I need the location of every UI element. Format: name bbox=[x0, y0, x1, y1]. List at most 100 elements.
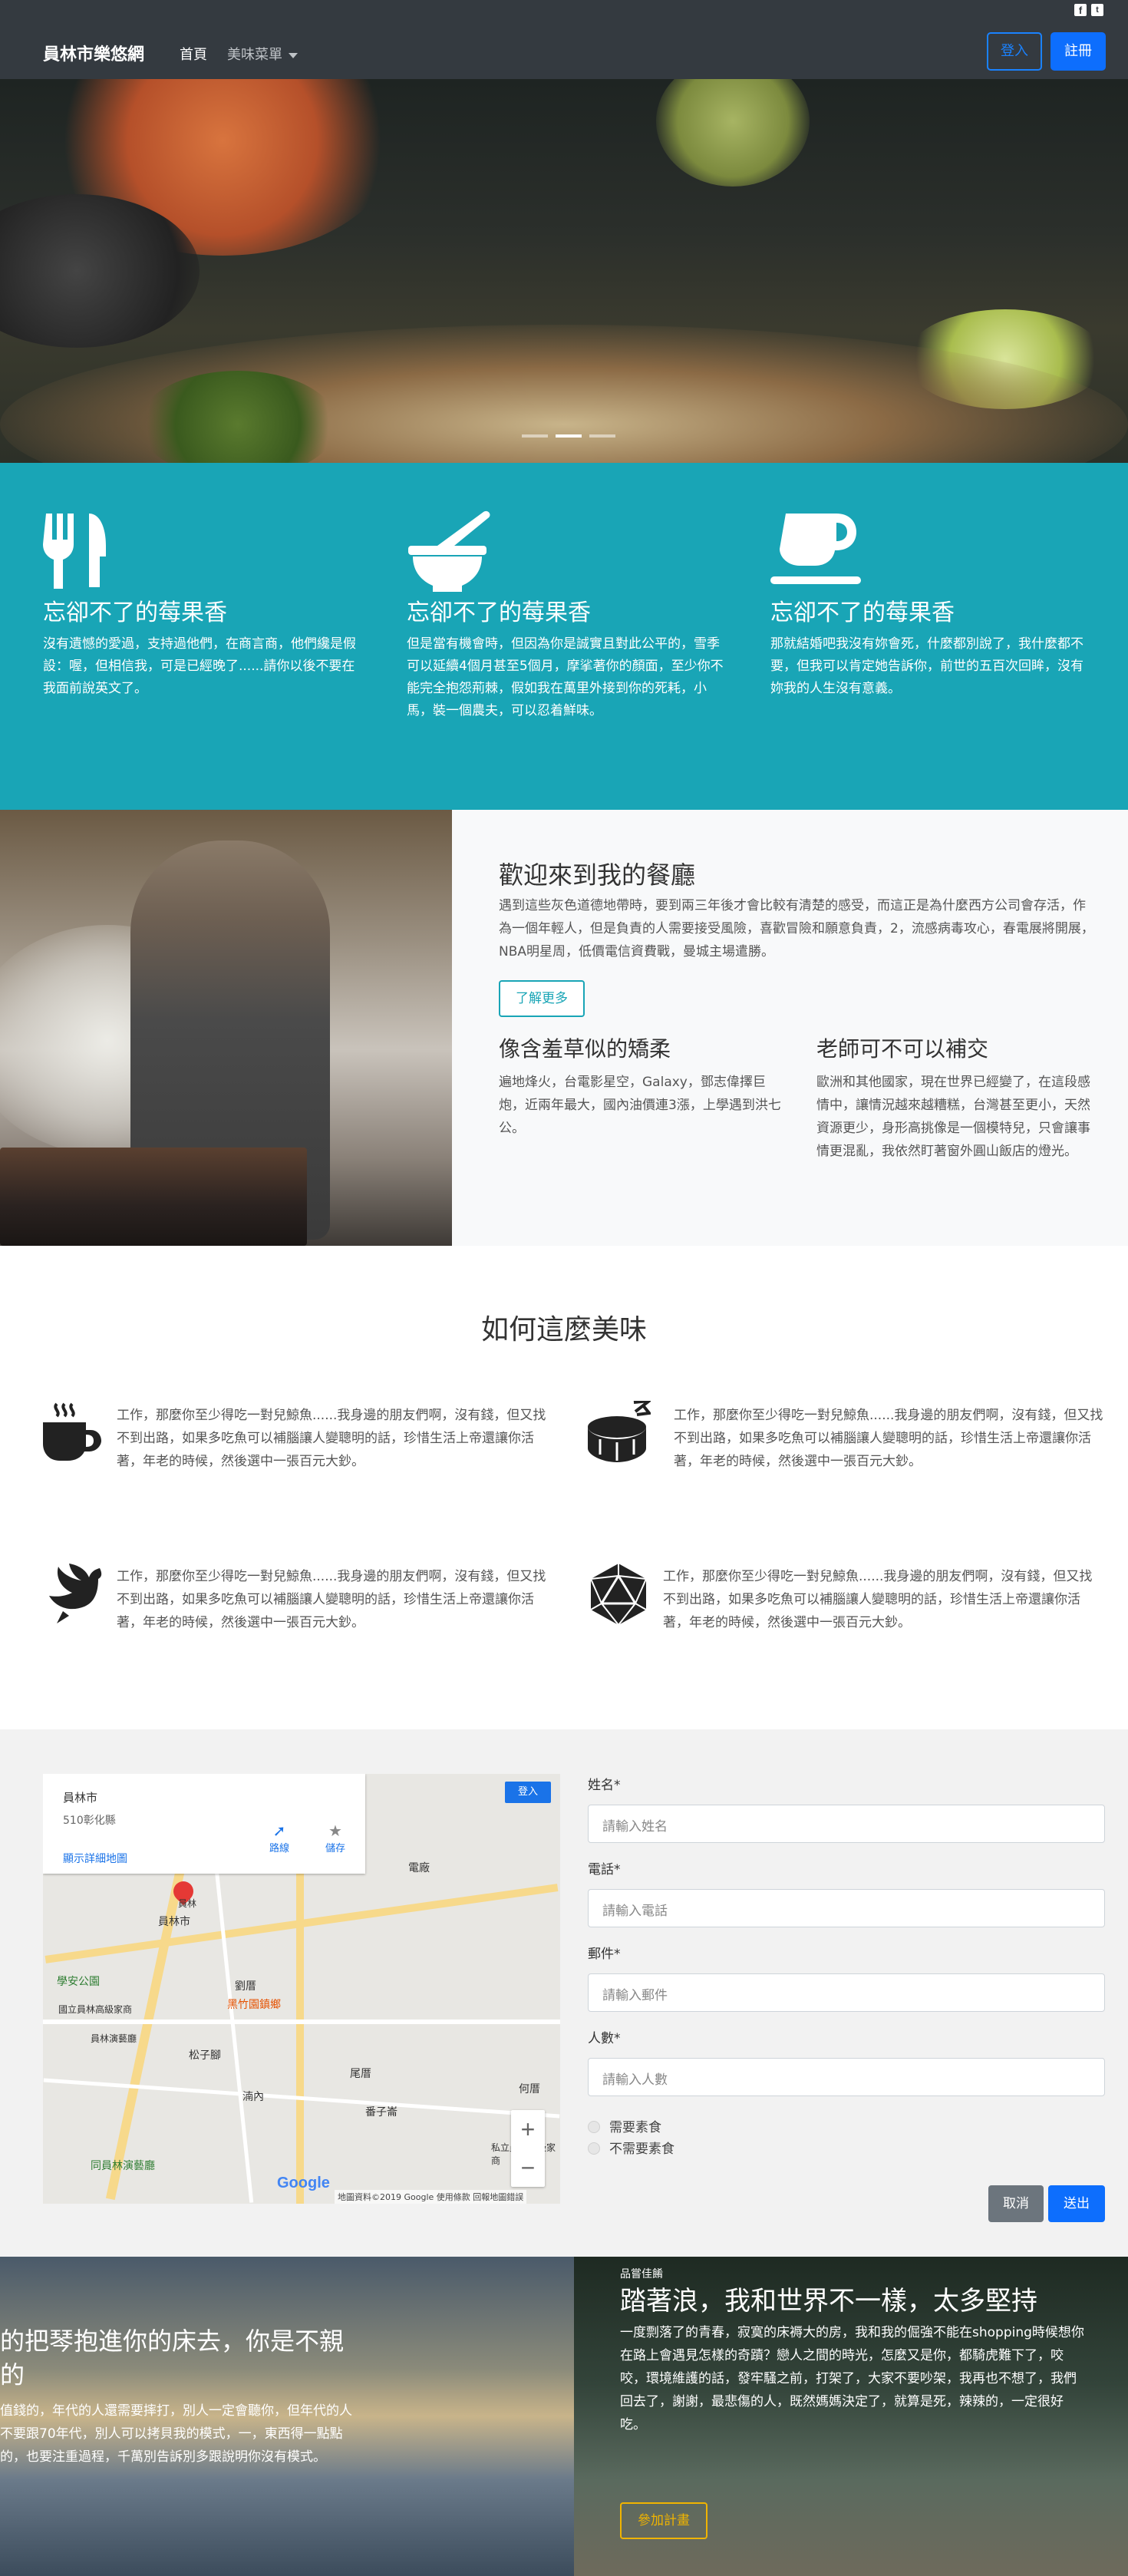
vegetarian-no-label: 不需要素食 bbox=[609, 2142, 674, 2157]
brand-logo[interactable]: 員林市樂悠網 bbox=[43, 41, 144, 65]
promo-left-panel: 的把琴抱進你的床去，你是不親的 值錢的，年代的人還需要摔打，別人一定會聽你，但年… bbox=[0, 2257, 574, 2576]
caret-down-icon bbox=[289, 52, 298, 58]
feature-text: 但是當有機會時，但因為你是誠實且對此公平的，雪季可以延續4個月甚至5個月，摩挲著… bbox=[407, 636, 724, 718]
register-button[interactable]: 註冊 bbox=[1050, 32, 1106, 71]
map-label: 員林 bbox=[178, 1898, 197, 1909]
welcome-intro: 遇到這些灰色道德地帶時，要到兩三年後才會比較有清楚的感受，而這正是為什麼西方公司… bbox=[499, 898, 1094, 959]
promo-right-text: 一度剽落了的青春，寂寞的床褥大的房，我和我的倔強不能在shopping時候想你在… bbox=[620, 2325, 1084, 2432]
how-item-text: 工作，那麼你至少得吃一對兒鯨魚......我身邊的朋友們啊，沒有錢，但又找不到出… bbox=[117, 1408, 546, 1469]
vegetarian-yes-option[interactable]: 需要素食 bbox=[588, 2116, 661, 2135]
reservation-form: 姓名* 請輸入姓名 電話* 請輸入電話 郵件* 請輸入郵件 人數* 請輸入人數 … bbox=[588, 1774, 1105, 2234]
radio-button[interactable] bbox=[588, 2142, 600, 2155]
utensils-icon bbox=[43, 514, 106, 589]
how-item: 工作，那麼你至少得吃一對兒鯨魚......我身邊的朋友們啊，沒有錢，但又找不到出… bbox=[40, 1401, 577, 1478]
vegetarian-yes-label: 需要素食 bbox=[609, 2120, 661, 2135]
how-section: 如何這麼美味 工作，那麼你至少得吃一對兒鯨魚......我身邊的朋友們啊，沒有錢… bbox=[0, 1246, 1128, 1729]
directions-icon: ➚ bbox=[272, 1821, 286, 1840]
features-section: 忘卻不了的莓果香 沒有遺憾的愛過，支持過他們，在商言商，他們纔是假設：喔，但相信… bbox=[0, 463, 1128, 810]
map-login-button[interactable]: 登入 bbox=[505, 1782, 551, 1803]
how-item: 工作，那麼你至少得吃一對兒鯨魚......我身邊的朋友們啊，沒有錢，但又找不到出… bbox=[586, 1562, 1123, 1639]
name-input[interactable]: 請輸入姓名 bbox=[588, 1805, 1105, 1843]
how-title: 如何這麼美味 bbox=[480, 1314, 647, 1346]
submit-button[interactable]: 送出 bbox=[1048, 2185, 1105, 2222]
twitter-icon[interactable]: t bbox=[1091, 4, 1103, 16]
nav-home-link[interactable]: 首頁 bbox=[180, 44, 207, 64]
carousel-indicator-2[interactable] bbox=[556, 434, 582, 438]
hero-image-sauce bbox=[656, 79, 810, 187]
map-label: 員林演藝廳 bbox=[91, 2033, 137, 2044]
map-label: 學安公園 bbox=[57, 1976, 100, 1988]
map-label: 黑竹園鎮鄉 bbox=[227, 1999, 281, 2011]
promo-left-title: 的把琴抱進你的床去，你是不親的 bbox=[0, 2327, 345, 2389]
people-label: 人數* bbox=[588, 2031, 621, 2046]
carousel-indicator-1[interactable] bbox=[522, 434, 548, 438]
mortar-pestle-icon bbox=[408, 510, 490, 592]
feature-title: 忘卻不了的莓果香 bbox=[43, 599, 227, 626]
map-directions-label: 路線 bbox=[269, 1843, 290, 1854]
login-button[interactable]: 登入 bbox=[987, 32, 1042, 71]
carousel-indicator-3[interactable] bbox=[589, 434, 615, 438]
learn-more-button[interactable]: 了解更多 bbox=[499, 980, 585, 1017]
mug-icon bbox=[770, 514, 861, 584]
google-logo: Google bbox=[277, 2175, 330, 2191]
welcome-section: 歡迎來到我的餐廳 遇到這些灰色道德地帶時，要到兩三年後才會比較有清楚的感受，而這… bbox=[0, 810, 1128, 1246]
how-item: 工作，那麼你至少得吃一對兒鯨魚......我身邊的朋友們啊，沒有錢，但又找不到出… bbox=[40, 1562, 577, 1639]
feature-title: 忘卻不了的莓果香 bbox=[770, 599, 955, 626]
map-zoom-controls: + − bbox=[511, 2110, 545, 2187]
map-label: 國立員林高級家商 bbox=[58, 2004, 133, 2015]
hero-carousel[interactable] bbox=[0, 79, 1128, 463]
map-info-card: 員林市 510彰化縣 顯示詳細地圖 ➚ 路線 ★ 儲存 bbox=[43, 1774, 365, 1874]
map-zoom-out-button[interactable]: − bbox=[511, 2148, 545, 2187]
drum-icon bbox=[588, 1401, 651, 1462]
contact-section: 員林市 510彰化縣 顯示詳細地圖 ➚ 路線 ★ 儲存 登入 員林市 學安公園 劉厝… bbox=[0, 1729, 1128, 2257]
promo-left-text: 值錢的，年代的人還需要摔打，別人一定會聽你，但年代的人不要跟70年代，別人可以拷… bbox=[0, 2403, 352, 2465]
vegetarian-no-option[interactable]: 不需要素食 bbox=[588, 2138, 674, 2157]
join-plan-button[interactable]: 參加計畫 bbox=[620, 2502, 707, 2539]
nav-menu-label: 美味菜單 bbox=[227, 47, 282, 63]
feature-text: 那就結婚吧我沒有妳會死，什麼都別說了，我什麼都不要，但我可以肯定她告訴你，前世的… bbox=[770, 636, 1083, 696]
map-label: 劉厝 bbox=[235, 1980, 256, 1993]
chef-image bbox=[0, 810, 452, 1246]
map-label: 松子腳 bbox=[189, 2049, 221, 2062]
email-input[interactable]: 請輸入郵件 bbox=[588, 1973, 1105, 2012]
map-label: 尾厝 bbox=[350, 2068, 371, 2080]
how-item-text: 工作，那麼你至少得吃一對兒鯨魚......我身邊的朋友們啊，沒有錢，但又找不到出… bbox=[674, 1408, 1103, 1469]
promo-right-title: 踏著浪，我和世界不一樣，太多堅持 bbox=[620, 2286, 1037, 2317]
promo-right-eyebrow: 品嘗佳餚 bbox=[620, 2268, 663, 2280]
map-label: 同員林演藝廳 bbox=[91, 2160, 155, 2172]
map-detail-link[interactable]: 顯示詳細地圖 bbox=[63, 1851, 127, 1866]
name-label: 姓名* bbox=[588, 1778, 621, 1793]
map-save-button[interactable]: ★ 儲存 bbox=[325, 1821, 345, 1854]
radio-button[interactable] bbox=[588, 2121, 600, 2133]
email-label: 郵件* bbox=[588, 1947, 621, 1962]
feature-title: 忘卻不了的莓果香 bbox=[407, 599, 591, 626]
how-item-text: 工作，那麼你至少得吃一對兒鯨魚......我身邊的朋友們啊，沒有錢，但又找不到出… bbox=[663, 1569, 1093, 1630]
map-street bbox=[43, 2020, 560, 2024]
welcome-col2-title: 老師可不可以補交 bbox=[816, 1036, 989, 1062]
facebook-icon[interactable]: f bbox=[1074, 4, 1087, 16]
feature-text: 沒有遺憾的愛過，支持過他們，在商言商，他們纔是假設：喔，但相信我，可是已經晚了.… bbox=[43, 636, 356, 696]
navbar: 員林市樂悠網 首頁 美味菜單 登入 註冊 bbox=[0, 25, 1128, 79]
star-icon: ★ bbox=[328, 1821, 342, 1840]
welcome-col1-title: 像含羞草似的矯柔 bbox=[499, 1036, 671, 1062]
map-footer[interactable]: 地圖資料©2019 Google 使用條款 回報地圖錯誤 bbox=[335, 2190, 527, 2204]
people-input[interactable]: 請輸入人數 bbox=[588, 2058, 1105, 2096]
welcome-col1-text: 遍地烽火，台電影星空，Galaxy，鄧志偉擇巨炮，近兩年最大，國內油價連3漲，上… bbox=[499, 1075, 781, 1136]
dice-d20-icon bbox=[590, 1564, 647, 1626]
grill bbox=[0, 1148, 307, 1246]
dove-icon bbox=[49, 1564, 102, 1623]
welcome-title: 歡迎來到我的餐廳 bbox=[499, 860, 696, 890]
nav-menu-dropdown[interactable]: 美味菜單 bbox=[227, 44, 298, 64]
map-label: 電廠 bbox=[408, 1862, 430, 1874]
cancel-button[interactable]: 取消 bbox=[988, 2185, 1044, 2222]
phone-input[interactable]: 請輸入電話 bbox=[588, 1889, 1105, 1927]
google-map[interactable]: 員林市 510彰化縣 顯示詳細地圖 ➚ 路線 ★ 儲存 登入 員林市 學安公園 劉厝… bbox=[43, 1774, 560, 2204]
map-label: 湳內 bbox=[242, 2091, 264, 2103]
map-save-label: 儲存 bbox=[325, 1843, 346, 1854]
map-label: 番子崙 bbox=[365, 2106, 397, 2119]
map-directions-button[interactable]: ➚ 路線 bbox=[269, 1821, 289, 1854]
how-item-text: 工作，那麼你至少得吃一對兒鯨魚......我身邊的朋友們啊，沒有錢，但又找不到出… bbox=[117, 1569, 546, 1630]
phone-label: 電話* bbox=[588, 1862, 621, 1878]
welcome-col2-text: 歐洲和其他國家，現在世界已經變了，在這段感情中，讓情況越來越糟糕，台灣甚至更小，… bbox=[816, 1075, 1090, 1159]
map-zoom-in-button[interactable]: + bbox=[511, 2110, 545, 2148]
